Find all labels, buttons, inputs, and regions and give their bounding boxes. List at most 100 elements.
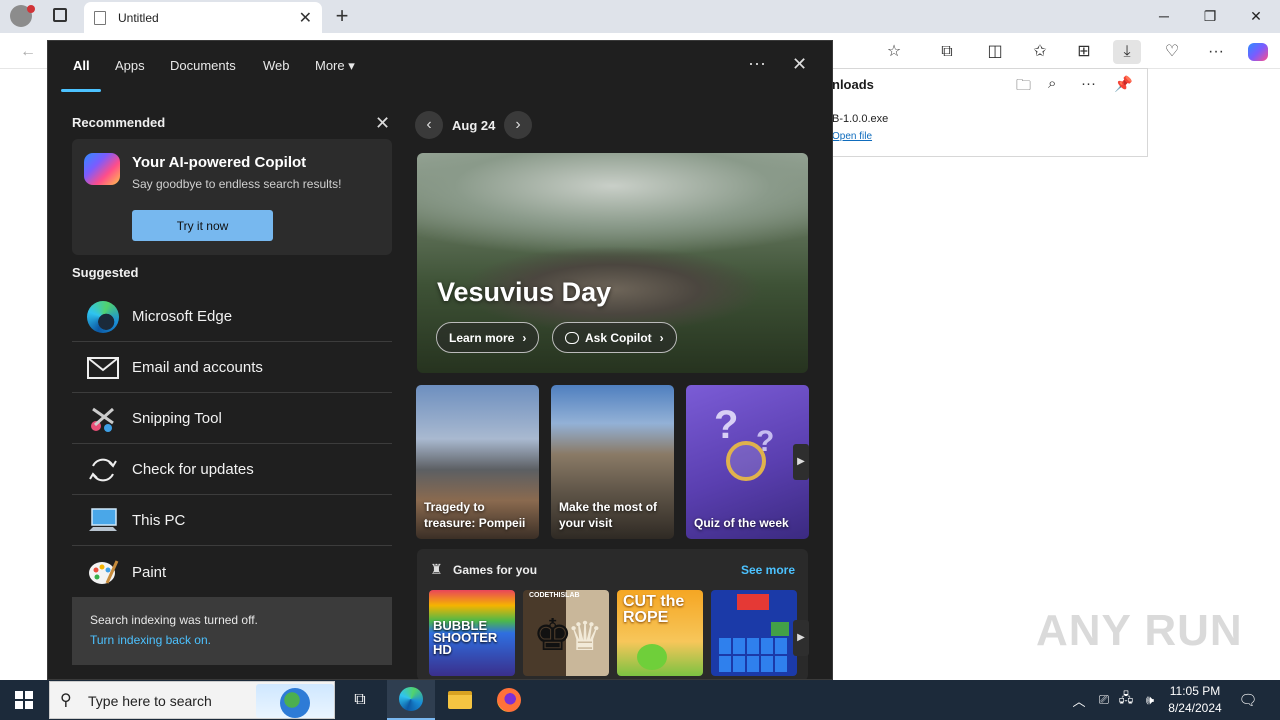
game-tile-blocks[interactable] — [711, 590, 797, 676]
game-tile-bubble-shooter[interactable]: BUBBLE SHOOTER HD — [429, 590, 515, 676]
notifications-icon[interactable]: 🗨 — [1236, 680, 1260, 720]
profile-avatar[interactable] — [10, 5, 35, 27]
globe-icon — [280, 688, 310, 718]
suggested-heading: Suggested — [72, 265, 139, 280]
watermark-logo: ANY RUN — [1036, 606, 1243, 655]
card-title: Tragedy to treasure: Pompeii — [424, 500, 526, 530]
game-tile-label: CUT the ROPE — [623, 593, 685, 626]
hero-card[interactable]: Vesuvius Day Learn more › Ask Copilot › — [417, 153, 808, 373]
learn-more-label: Learn more — [449, 330, 515, 345]
tab-web[interactable]: Web — [263, 58, 290, 73]
copilot-title: Your AI-powered Copilot — [132, 154, 307, 171]
back-icon[interactable]: ← — [14, 40, 42, 64]
collections-icon[interactable]: ⊞ — [1070, 40, 1098, 64]
tab-more[interactable]: More ▾ — [315, 58, 355, 74]
games-title: Games for you — [453, 563, 538, 577]
tab-all[interactable]: All — [73, 58, 90, 73]
computer-icon — [86, 504, 120, 538]
more-options-icon[interactable]: ··· — [1081, 75, 1096, 92]
chevron-right-icon: › — [659, 330, 664, 345]
minimize-button[interactable]: ─ — [1141, 0, 1187, 33]
chat-bubble-icon — [565, 331, 579, 344]
taskbar-search-box[interactable]: ⚲ Type here to search — [49, 681, 335, 719]
tab-title: Untitled — [118, 10, 159, 25]
app-item-check-for-updates[interactable]: Check for updates — [72, 445, 392, 495]
tab-documents[interactable]: Documents — [170, 58, 236, 73]
turn-indexing-on-link[interactable]: Turn indexing back on. — [90, 633, 211, 647]
taskbar-file-explorer[interactable] — [436, 680, 484, 720]
favorites-icon[interactable]: ✩ — [1026, 40, 1054, 64]
game-controller-icon: ♜ — [430, 561, 443, 577]
restore-button[interactable]: ❐ — [1187, 0, 1233, 33]
start-button[interactable] — [0, 680, 48, 720]
game-tile-cut-the-rope[interactable]: CUT the ROPE — [617, 590, 703, 676]
block-row-icon — [719, 656, 789, 672]
block-row-icon — [719, 638, 789, 654]
tab-apps[interactable]: Apps — [115, 58, 145, 73]
previous-day-button[interactable]: ‹ — [415, 111, 443, 139]
show-hidden-icons[interactable]: ︿ — [1068, 680, 1090, 720]
games-next-icon[interactable]: ▶ — [793, 620, 809, 656]
mail-icon — [86, 351, 120, 385]
card-pompeii[interactable]: Tragedy to treasure: Pompeii — [416, 385, 539, 539]
app-item-this-pc[interactable]: This PC — [72, 496, 392, 546]
tab-more-label: More — [315, 58, 345, 73]
close-tab-icon[interactable]: ✕ — [299, 8, 312, 28]
network-icon[interactable]: 🖧 — [1116, 680, 1136, 720]
close-panel-icon[interactable]: ✕ — [792, 54, 807, 75]
settings-more-icon[interactable]: ··· — [1202, 40, 1230, 64]
tab-actions-icon[interactable] — [53, 8, 67, 22]
copilot-promo-card: Your AI-powered Copilot Say goodbye to e… — [72, 139, 392, 255]
next-day-button[interactable]: › — [504, 111, 532, 139]
device-icon[interactable]: ⎚ — [1094, 680, 1114, 720]
split-screen-icon[interactable]: ◫ — [981, 40, 1009, 64]
search-highlight-image — [256, 684, 334, 718]
browser-tab[interactable]: Untitled ✕ — [84, 2, 322, 33]
taskbar-edge[interactable] — [387, 680, 435, 720]
date-label: Aug 24 — [452, 118, 496, 133]
open-folder-icon[interactable]: 🗀 — [1016, 75, 1031, 100]
app-label: Snipping Tool — [132, 410, 222, 427]
volume-icon[interactable]: 🕪 — [1140, 680, 1160, 720]
pin-icon[interactable]: 📌 — [1114, 75, 1133, 93]
learn-more-button[interactable]: Learn more › — [436, 322, 540, 353]
favorite-star-icon[interactable]: ☆ — [880, 40, 908, 64]
cards-next-icon[interactable]: ▶ — [793, 444, 809, 480]
see-more-link[interactable]: See more — [741, 563, 795, 577]
app-item-microsoft-edge[interactable]: Microsoft Edge — [72, 292, 392, 342]
search-downloads-icon[interactable]: ⌕ — [1048, 75, 1056, 92]
card-quiz[interactable]: ? ? Quiz of the week — [686, 385, 809, 539]
firefox-icon — [497, 688, 521, 712]
ask-copilot-button[interactable]: Ask Copilot › — [552, 322, 677, 353]
open-file-link[interactable]: Open file — [832, 131, 872, 142]
task-view-button[interactable]: ⧉ — [336, 680, 384, 720]
game-tile-chess[interactable]: CODETHISLAB ♚ ♛ — [523, 590, 609, 676]
ask-copilot-label: Ask Copilot — [585, 330, 652, 345]
block-piece-icon — [771, 622, 789, 636]
taskbar-firefox[interactable] — [485, 680, 533, 720]
app-item-email-and-accounts[interactable]: Email and accounts — [72, 343, 392, 393]
block-piece-icon — [737, 594, 769, 610]
new-tab-button[interactable]: + — [330, 3, 354, 29]
hero-title: Vesuvius Day — [437, 277, 612, 307]
app-item-snipping-tool[interactable]: Snipping Tool — [72, 394, 392, 444]
palette-icon — [86, 555, 120, 589]
try-it-now-button[interactable]: Try it now — [132, 210, 273, 241]
taskbar-clock[interactable]: 11:05 PM 8/24/2024 — [1158, 683, 1232, 717]
scissors-icon — [86, 402, 120, 436]
extensions-icon[interactable]: ⧉ — [933, 40, 961, 64]
game-tile-label: CODETHISLAB — [529, 592, 580, 599]
downloads-icon[interactable]: ⤓ — [1113, 40, 1141, 64]
indexing-notice: Search indexing was turned off. Turn ind… — [72, 597, 392, 665]
card-title: Make the most of your visit — [559, 500, 658, 530]
windows-search-panel: All Apps Documents Web More ▾ ··· ✕ Reco… — [47, 40, 833, 680]
options-icon[interactable]: ··· — [748, 53, 766, 74]
browser-essentials-icon[interactable]: ♡ — [1158, 40, 1186, 64]
close-window-button[interactable]: ✕ — [1233, 0, 1279, 33]
games-section: ♜ Games for you See more BUBBLE SHOOTER … — [417, 549, 809, 679]
app-item-paint[interactable]: Paint — [72, 547, 392, 597]
clock-time: 11:05 PM — [1169, 684, 1221, 698]
copilot-icon[interactable] — [1244, 40, 1272, 64]
card-visit[interactable]: Make the most of your visit — [551, 385, 674, 539]
dismiss-recommended-icon[interactable]: ✕ — [375, 113, 390, 134]
